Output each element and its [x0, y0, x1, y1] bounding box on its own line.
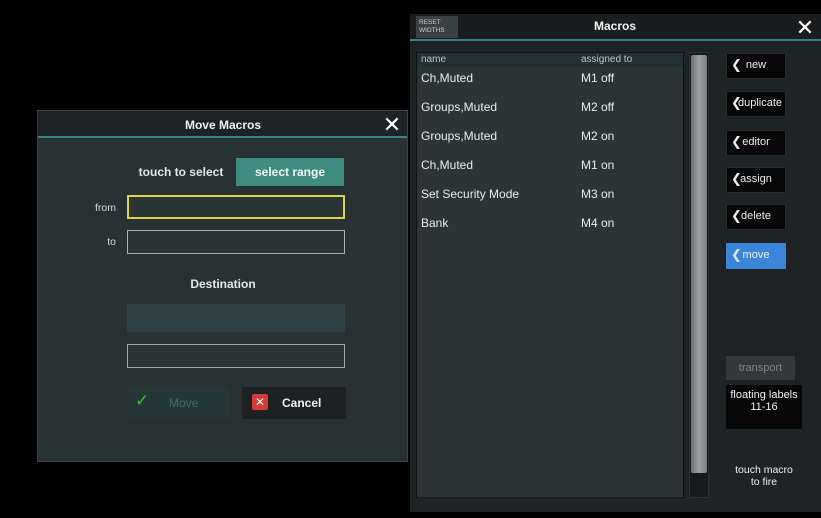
assign-label: assign [740, 173, 772, 185]
macro-assigned: M3 on [581, 187, 615, 201]
touch-macro-line1: touch macro [735, 464, 793, 476]
macro-name: Groups,Muted [421, 129, 498, 143]
empty-row[interactable] [417, 328, 683, 358]
empty-row[interactable] [417, 357, 683, 387]
delete-label: delete [741, 210, 771, 222]
duplicate-button[interactable]: ❮ duplicate [726, 91, 786, 117]
editor-label: editor [742, 136, 770, 148]
macros-panel: RESET WIDTHS Macros ✕ name assigned to C… [410, 14, 821, 512]
reset-widths-button[interactable]: RESET WIDTHS [416, 16, 458, 38]
macro-assigned: M1 on [581, 158, 615, 172]
table-row[interactable]: Ch,Muted M1 off [417, 67, 683, 97]
table-row[interactable]: Bank M4 on [417, 212, 683, 242]
list-scrollbar[interactable] [689, 52, 709, 498]
empty-row[interactable] [417, 386, 683, 416]
macro-name: Ch,Muted [421, 71, 474, 85]
move-mode-button[interactable]: ❮ move [726, 243, 786, 269]
checkmark-icon: ✓ [135, 391, 150, 410]
floating-labels-line2: 11-16 [750, 401, 778, 413]
chevron-left-icon: ❮ [731, 171, 742, 186]
macro-list: name assigned to Ch,Muted M1 off Groups,… [416, 52, 684, 498]
to-label: to [107, 236, 116, 248]
macro-assigned: M1 off [581, 71, 615, 85]
macro-name: Bank [421, 216, 449, 230]
macro-name: Groups,Muted [421, 100, 498, 114]
macro-name: Ch,Muted [421, 158, 474, 172]
move-dialog-titlebar: Move Macros ✕ [38, 111, 407, 138]
table-row[interactable]: Set Security Mode M3 on [417, 183, 683, 213]
macros-title: Macros [593, 19, 637, 33]
empty-row[interactable] [417, 299, 683, 329]
empty-row[interactable] [417, 415, 683, 445]
destination-toggle [127, 304, 345, 332]
chevron-left-icon: ❮ [731, 134, 742, 149]
empty-row[interactable] [417, 444, 683, 474]
new-label: new [745, 59, 767, 71]
chevron-left-icon: ❮ [731, 208, 742, 223]
chevron-left-icon: ❮ [731, 247, 742, 262]
close-icon[interactable]: ✕ [790, 14, 820, 41]
new-button[interactable]: ❮ new [726, 53, 786, 79]
empty-row[interactable] [417, 473, 683, 498]
cancel-x-icon: ✕ [252, 394, 268, 410]
reset-widths-line2: WIDTHS [419, 27, 445, 34]
cancel-button[interactable]: ✕ Cancel [242, 387, 346, 419]
move-label: move [742, 249, 770, 261]
cancel-button-label: Cancel [282, 396, 322, 410]
move-button: ✓ Move [127, 387, 230, 419]
move-dialog-title: Move Macros [184, 118, 262, 132]
to-field[interactable] [127, 230, 345, 254]
touch-macro-hint: touch macro to fire [726, 464, 802, 488]
delete-button[interactable]: ❮ delete [726, 204, 786, 230]
macro-assigned: M4 on [581, 216, 615, 230]
transport-button[interactable]: transport [726, 356, 795, 380]
scrollbar-thumb[interactable] [691, 55, 707, 473]
macro-assigned: M2 on [581, 129, 615, 143]
editor-button[interactable]: ❮ editor [726, 130, 786, 156]
macros-titlebar: RESET WIDTHS Macros ✕ [410, 14, 821, 41]
touch-to-select-option[interactable]: touch to select [128, 165, 234, 179]
macro-name: Set Security Mode [421, 187, 520, 201]
assign-button[interactable]: ❮ assign [726, 167, 786, 193]
close-icon[interactable]: ✕ [378, 111, 406, 138]
macro-assigned: M2 off [581, 100, 615, 114]
table-row[interactable]: Groups,Muted M2 off [417, 96, 683, 126]
move-button-label: Move [169, 396, 199, 410]
floating-labels-line1: floating labels [730, 389, 798, 401]
touch-macro-line2: to fire [750, 476, 778, 488]
chevron-left-icon: ❮ [731, 57, 742, 72]
table-row[interactable]: Groups,Muted M2 on [417, 125, 683, 155]
chevron-left-icon: ❮ [731, 95, 742, 110]
empty-row[interactable] [417, 270, 683, 300]
move-macros-dialog: Move Macros ✕ touch to select select ran… [37, 110, 408, 462]
destination-label: Destination [190, 277, 256, 291]
from-field[interactable] [127, 195, 345, 219]
table-row[interactable]: Ch,Muted M1 on [417, 154, 683, 184]
floating-labels-button[interactable]: floating labels 11-16 [726, 385, 802, 429]
column-header-name[interactable]: name [421, 54, 446, 65]
select-range-button[interactable]: select range [236, 158, 344, 186]
column-header-assigned[interactable]: assigned to [581, 54, 632, 65]
from-label: from [95, 202, 116, 214]
destination-field [127, 344, 345, 368]
reset-widths-line1: RESET [419, 19, 441, 26]
empty-row[interactable] [417, 241, 683, 271]
list-header: name assigned to [417, 53, 683, 67]
